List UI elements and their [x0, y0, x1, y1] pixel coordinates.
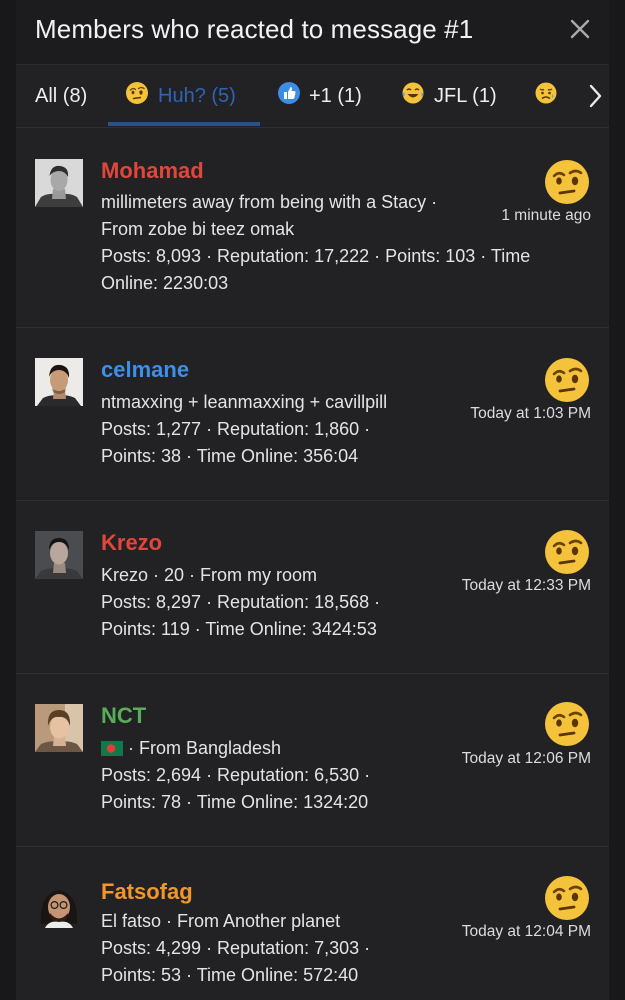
member-row: Fatsofag El fatso · From Another planet …	[16, 847, 609, 1000]
avatar[interactable]	[35, 880, 83, 928]
member-location: · From Bangladesh	[123, 738, 282, 758]
raised-eyebrow-emoji-icon	[543, 356, 591, 404]
member-stats: Posts: 4,299 · Reputation: 7,303 ·	[101, 938, 371, 958]
tab-all-label: All (8)	[35, 84, 88, 107]
avatar[interactable]	[35, 531, 83, 579]
reaction-time: 1 minute ago	[501, 207, 591, 224]
member-stats: Posts: 1,277 · Reputation: 1,860 ·	[101, 419, 371, 439]
tab-jfl[interactable]: JFL (1)	[401, 65, 497, 127]
member-stats-cont: Points: 38 · Time Online: 356:04	[101, 446, 359, 466]
thumbs-up-icon	[278, 82, 300, 110]
member-stats: Posts: 8,093 · Reputation: 17,222 · Poin…	[101, 246, 531, 266]
member-list: Mohamad millimeters away from being with…	[16, 128, 609, 1000]
member-row: Krezo Krezo · 20 · From my room Posts: 8…	[16, 501, 609, 674]
tab-all[interactable]: All (8)	[35, 65, 87, 127]
member-details: El fatso · From Another planet Posts: 4,…	[101, 908, 441, 989]
backdrop-right	[609, 0, 625, 1000]
tab-huh[interactable]: Huh? (5)	[125, 65, 236, 127]
reaction-time: Today at 1:03 PM	[470, 405, 591, 422]
member-row: NCT · From Bangladesh Posts: 2,694 · Rep…	[16, 674, 609, 847]
member-title: Krezo · 20 · From my room	[101, 565, 318, 585]
member-stats-cont: Online: 2230:03	[101, 273, 229, 293]
bangladesh-flag-icon	[101, 741, 123, 756]
member-row: Mohamad millimeters away from being with…	[16, 128, 609, 328]
crying-laughing-emoji-icon	[401, 81, 425, 111]
avatar[interactable]	[35, 704, 83, 752]
member-stats: Posts: 8,297 · Reputation: 18,568 ·	[101, 592, 381, 612]
reactions-modal: Members who reacted to message #1 All (8…	[16, 0, 609, 1000]
member-stats-cont: Points: 53 · Time Online: 572:40	[101, 965, 359, 985]
member-location: From zobe bi teez omak	[101, 219, 295, 239]
modal-header: Members who reacted to message #1	[16, 0, 609, 65]
tabs-next-button[interactable]	[581, 65, 609, 127]
raised-eyebrow-emoji-icon	[543, 158, 591, 206]
member-row: celmane ntmaxxing + leanmaxxing + cavill…	[16, 328, 609, 501]
close-icon	[570, 19, 590, 39]
avatar[interactable]	[35, 159, 83, 207]
member-name[interactable]: NCT	[101, 703, 146, 729]
raised-eyebrow-emoji-icon	[543, 528, 591, 576]
reaction-time: Today at 12:04 PM	[461, 923, 591, 940]
reaction-tabs: All (8) Huh? (5) +1 (1) JFL (1)	[16, 65, 609, 128]
member-name[interactable]: Mohamad	[101, 158, 204, 184]
member-title: ntmaxxing + leanmaxxing + cavillpill	[101, 392, 388, 412]
tab-sad[interactable]	[534, 65, 558, 127]
active-tab-indicator	[108, 122, 260, 126]
avatar-image	[35, 531, 83, 579]
member-stats-cont: Points: 119 · Time Online: 3424:53	[101, 619, 377, 639]
avatar-image	[35, 358, 83, 406]
tab-plus-one[interactable]: +1 (1)	[278, 65, 362, 127]
avatar[interactable]	[35, 358, 83, 406]
raised-eyebrow-emoji-icon	[543, 874, 591, 922]
member-stats-cont: Points: 78 · Time Online: 1324:20	[101, 792, 369, 812]
reaction-time: Today at 12:33 PM	[461, 577, 591, 594]
raised-eyebrow-emoji-icon	[125, 81, 149, 111]
member-name[interactable]: celmane	[101, 357, 189, 383]
reaction-time: Today at 12:06 PM	[461, 750, 591, 767]
disappointed-emoji-icon	[534, 81, 558, 111]
member-stats: Posts: 2,694 · Reputation: 6,530 ·	[101, 765, 371, 785]
raised-eyebrow-emoji-icon	[543, 700, 591, 748]
member-title: millimeters away from being with a Stacy…	[101, 192, 438, 212]
member-details: Krezo · 20 · From my room Posts: 8,297 ·…	[101, 562, 441, 643]
avatar-image	[35, 159, 83, 207]
member-name[interactable]: Krezo	[101, 530, 162, 556]
avatar-image	[35, 880, 83, 928]
tab-plus-one-label: +1 (1)	[309, 84, 362, 107]
close-button[interactable]	[565, 14, 595, 44]
member-title: El fatso · From Another planet	[101, 911, 341, 931]
tab-jfl-label: JFL (1)	[434, 84, 497, 107]
member-location-line: · From Bangladesh	[101, 735, 441, 762]
avatar-image	[35, 704, 83, 752]
chevron-right-icon	[589, 84, 602, 108]
backdrop-left	[0, 0, 16, 1000]
member-details: millimeters away from being with a Stacy…	[101, 189, 531, 297]
member-details: ntmaxxing + leanmaxxing + cavillpill Pos…	[101, 389, 481, 470]
modal-title: Members who reacted to message #1	[35, 14, 474, 44]
member-name[interactable]: Fatsofag	[101, 879, 193, 905]
member-details: · From Bangladesh Posts: 2,694 · Reputat…	[101, 735, 441, 816]
tab-huh-label: Huh? (5)	[158, 84, 236, 107]
